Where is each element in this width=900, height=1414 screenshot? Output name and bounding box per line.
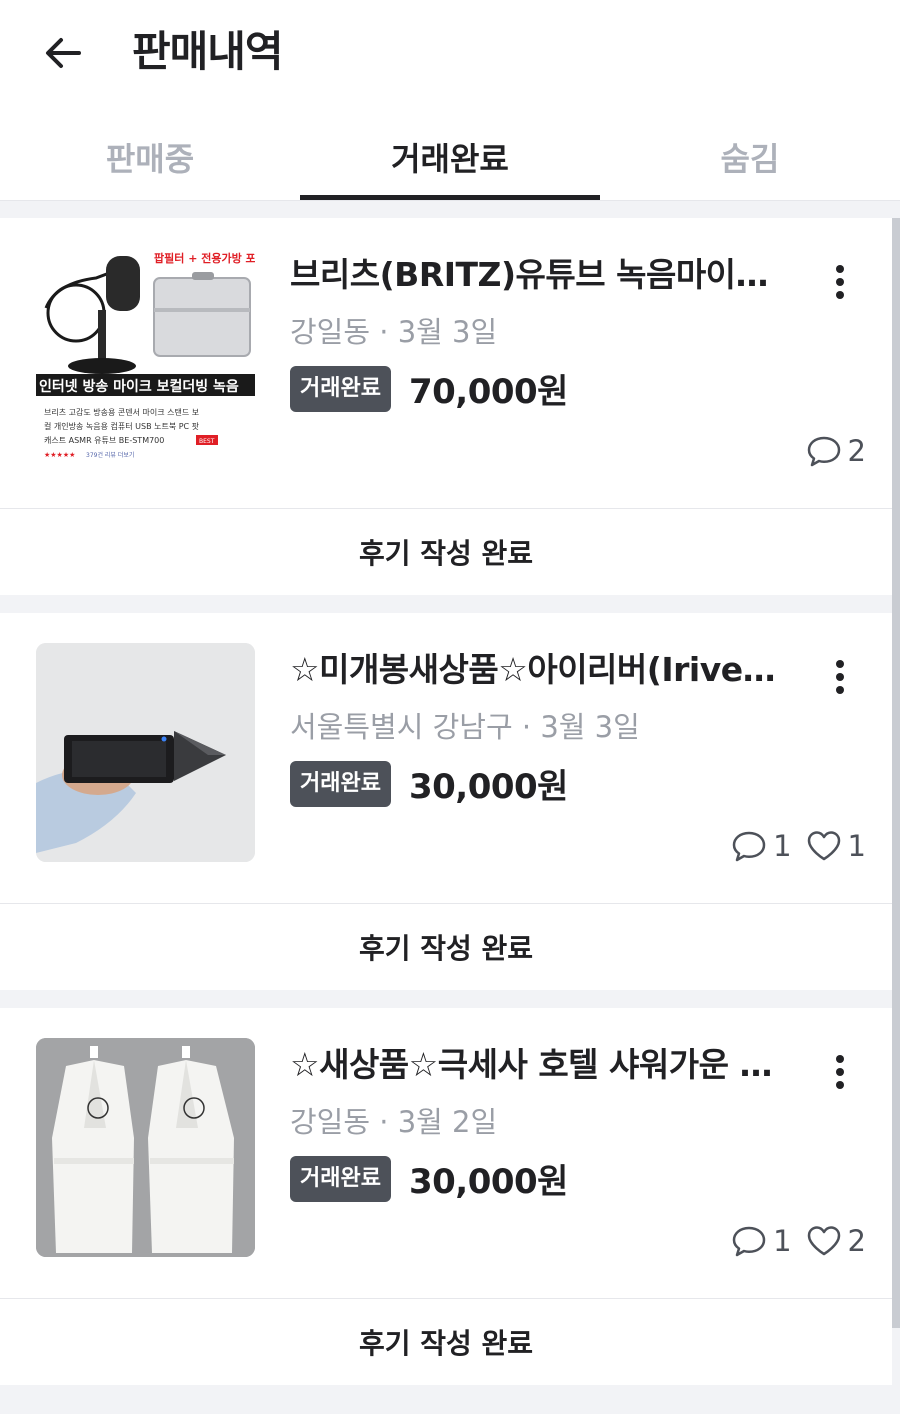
item-main[interactable]: ☆새상품☆극세사 호텔 샤워가운 2벌 강일동 · 3월 2일 거래완료 30,… [0, 1008, 892, 1298]
chat-count-value: 2 [847, 434, 866, 468]
back-button[interactable] [40, 30, 86, 76]
item-meta: 서울특별시 강남구 · 3월 3일 [290, 707, 640, 747]
chat-count: 1 [731, 1224, 792, 1258]
tab-bar: 판매중 거래완료 숨김 [0, 118, 900, 200]
item-meta: 강일동 · 3월 3일 [290, 312, 497, 352]
item-location: 강일동 [290, 315, 371, 349]
header-divider [0, 200, 900, 201]
status-row: 거래완료 30,000원 [290, 1154, 568, 1203]
list-item: 팝필터 + 전용가방 포함 인터넷 방송 마이크 보컬더빙 녹음 브리츠 고감도… [0, 218, 892, 595]
item-counts: 1 1 [717, 829, 866, 863]
more-vertical-icon [836, 1055, 844, 1089]
item-price: 30,000원 [408, 767, 568, 807]
thumb-reviews: 379건 리뷰 더보기 [86, 451, 134, 459]
more-vertical-icon [836, 660, 844, 694]
more-button[interactable] [818, 655, 862, 699]
chat-icon [732, 831, 766, 862]
heart-icon [807, 1226, 840, 1256]
tab-completed[interactable]: 거래완료 [300, 118, 600, 200]
sales-list: 팝필터 + 전용가방 포함 인터넷 방송 마이크 보컬더빙 녹음 브리츠 고감도… [0, 218, 892, 1403]
item-location: 서울특별시 강남구 [290, 710, 513, 744]
item-counts: 1 2 [717, 1224, 866, 1258]
thumb-banner: 인터넷 방송 마이크 보컬더빙 녹음 [39, 378, 239, 395]
review-status-button[interactable]: 후기 작성 완료 [0, 903, 892, 990]
item-title: ☆새상품☆극세사 호텔 샤워가운 2벌 [290, 1045, 790, 1084]
item-thumbnail [36, 643, 255, 862]
arrow-left-icon [46, 38, 81, 68]
more-button[interactable] [818, 1050, 862, 1094]
more-vertical-icon [836, 265, 844, 299]
like-count: 1 [806, 829, 866, 863]
status-row: 거래완료 30,000원 [290, 759, 568, 808]
more-button[interactable] [818, 260, 862, 304]
item-location: 강일동 [290, 1105, 371, 1139]
item-thumbnail [36, 1038, 255, 1257]
heart-icon [807, 831, 840, 861]
status-row: 거래완료 70,000원 [290, 364, 568, 413]
item-price: 30,000원 [408, 1162, 568, 1202]
review-status-button[interactable]: 후기 작성 완료 [0, 508, 892, 595]
like-count-value: 2 [847, 1224, 866, 1258]
item-date: 3월 2일 [397, 1105, 498, 1139]
scrollbar[interactable] [892, 218, 900, 1328]
item-date: 3월 3일 [397, 315, 498, 349]
chat-icon [807, 436, 840, 467]
item-date: 3월 3일 [540, 710, 640, 744]
thumb-promo: 팝필터 + 전용가방 포함 [154, 251, 255, 265]
like-count-value: 1 [847, 829, 866, 863]
chat-count-value: 1 [773, 1224, 792, 1258]
chat-count: 2 [806, 434, 866, 468]
thumb-best: BEST [199, 438, 215, 445]
item-title: 브리츠(BRITZ)유튜브 녹음마이크 BE-STM700 [290, 255, 790, 294]
chat-icon [732, 1226, 766, 1257]
list-item: ☆미개봉새상품☆아이리버(Iriver) 블루투스 스피커 서울특별시 강남구 … [0, 613, 892, 990]
header: 판매내역 판매중 거래완료 숨김 [0, 0, 900, 200]
item-counts: 2 [792, 434, 866, 468]
chat-count-value: 1 [773, 829, 792, 863]
item-title: ☆미개봉새상품☆아이리버(Iriver) 블루투스 스피커 [290, 650, 790, 689]
meta-separator: · [379, 315, 398, 349]
item-thumbnail: 팝필터 + 전용가방 포함 인터넷 방송 마이크 보컬더빙 녹음 브리츠 고감도… [36, 248, 255, 467]
item-main[interactable]: ☆미개봉새상품☆아이리버(Iriver) 블루투스 스피커 서울특별시 강남구 … [0, 613, 892, 903]
tab-selling[interactable]: 판매중 [0, 118, 300, 200]
tab-hidden[interactable]: 숨김 [600, 118, 900, 200]
chat-count: 1 [731, 829, 792, 863]
thumb-desc-1: 브리츠 고감도 방송용 콘덴서 마이크 스탠드 보 [44, 407, 199, 417]
item-price: 70,000원 [408, 372, 568, 412]
list-item: ☆새상품☆극세사 호텔 샤워가운 2벌 강일동 · 3월 2일 거래완료 30,… [0, 1008, 892, 1385]
status-badge: 거래완료 [290, 760, 391, 807]
meta-separator: · [379, 1105, 398, 1139]
status-badge: 거래완료 [290, 365, 391, 412]
thumb-desc-2: 컬 개인방송 녹음용 컴퓨터 USB 노트북 PC 팟 [44, 421, 200, 431]
like-count: 2 [806, 1224, 866, 1258]
review-status-button[interactable]: 후기 작성 완료 [0, 1298, 892, 1385]
thumb-desc-3: 캐스트 ASMR 유튜브 BE-STM700 [44, 436, 164, 445]
item-meta: 강일동 · 3월 2일 [290, 1102, 497, 1142]
app-root: 판매내역 판매중 거래완료 숨김 팝필터 + 전용가방 포함 인터넷 방송 마이… [0, 0, 900, 1414]
item-main[interactable]: 팝필터 + 전용가방 포함 인터넷 방송 마이크 보컬더빙 녹음 브리츠 고감도… [0, 218, 892, 508]
page-title: 판매내역 [132, 27, 284, 76]
status-badge: 거래완료 [290, 1155, 391, 1202]
meta-separator: · [521, 710, 541, 744]
thumb-rating: ★★★★★ [44, 451, 75, 459]
